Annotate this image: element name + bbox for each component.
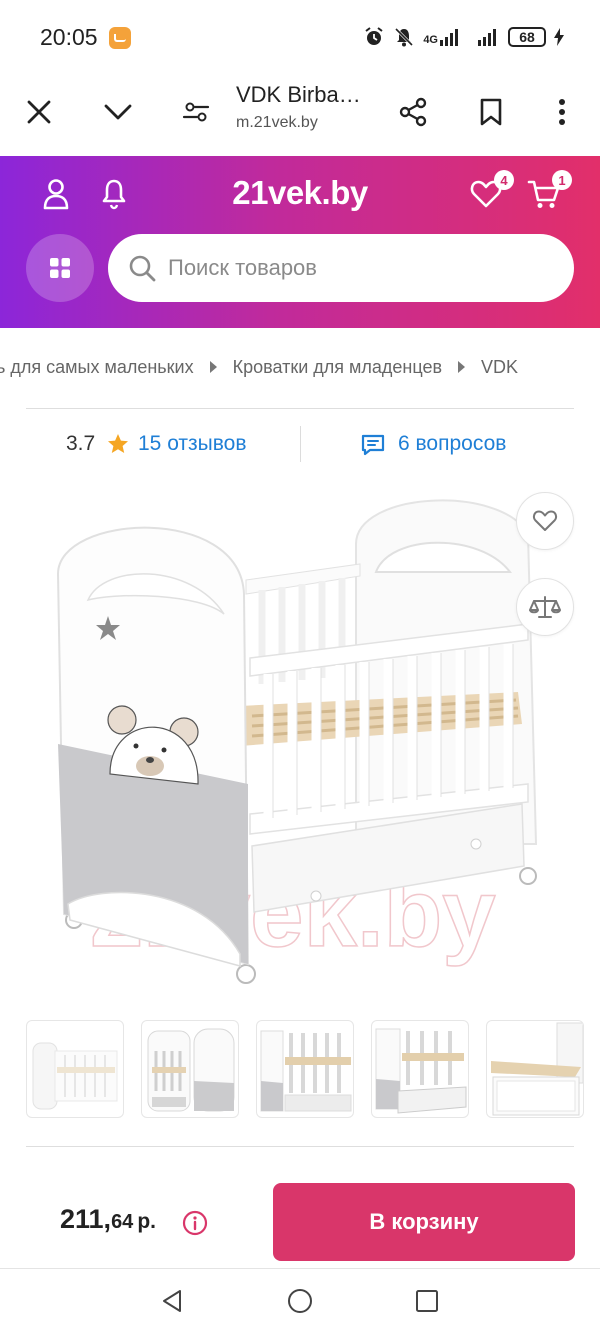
site-header: 21vek.by 4 1 <box>0 156 600 328</box>
share-button[interactable] <box>391 90 435 134</box>
breadcrumb-item[interactable]: ь для самых маленьких <box>0 357 194 378</box>
close-tab-button[interactable] <box>17 90 61 134</box>
page-domain: m.21vek.by <box>236 114 318 131</box>
favorites-button[interactable]: 4 <box>466 170 514 214</box>
home-circle-icon <box>288 1289 312 1313</box>
thumbnail-1[interactable] <box>26 1020 124 1118</box>
search-box[interactable] <box>108 234 574 302</box>
collapse-button[interactable] <box>96 90 140 134</box>
share-icon <box>399 97 427 127</box>
more-vertical-icon <box>559 99 565 125</box>
back-triangle-icon <box>163 1290 181 1312</box>
breadcrumb-separator-icon <box>209 361 217 373</box>
divider <box>26 1146 574 1147</box>
star-icon <box>108 434 128 453</box>
bookmark-button[interactable] <box>469 90 513 134</box>
product-image[interactable]: 21vek.by <box>40 484 574 994</box>
tune-icon <box>182 102 210 122</box>
breadcrumb-item[interactable]: Кроватки для младенцев <box>233 357 442 378</box>
buy-bar: 211,64 р. В корзину <box>0 1172 600 1268</box>
system-nav-bar <box>0 1268 600 1331</box>
site-settings-button[interactable] <box>174 90 218 134</box>
question-chat-icon <box>361 434 385 456</box>
grid-icon <box>50 258 70 278</box>
battery-icon: 68 <box>508 27 546 47</box>
reviews-link[interactable]: 15 отзывов <box>138 432 247 456</box>
breadcrumb-item[interactable]: VDK <box>481 357 518 378</box>
add-to-cart-button[interactable]: В корзину <box>273 1183 575 1261</box>
mute-icon <box>395 27 414 47</box>
alarm-icon <box>365 27 383 45</box>
cart-count-badge: 1 <box>552 170 572 190</box>
info-icon[interactable] <box>182 1210 208 1236</box>
add-to-favorites-button[interactable] <box>516 492 574 550</box>
status-bar: 20:05 4G 68 <box>0 0 600 76</box>
nav-home-button[interactable] <box>280 1281 320 1321</box>
page-title: VDK Birba… <box>236 82 361 107</box>
heart-icon <box>532 510 558 531</box>
nav-back-button[interactable] <box>152 1281 192 1321</box>
price: 211,64 р. <box>60 1204 156 1235</box>
battery-level: 68 <box>519 29 535 45</box>
nav-recents-button[interactable] <box>407 1281 447 1321</box>
thumbnail-2[interactable] <box>141 1020 239 1118</box>
price-currency: р. <box>137 1210 156 1233</box>
thumbnail-4[interactable] <box>371 1020 469 1118</box>
search-icon <box>129 255 156 282</box>
recents-square-icon <box>416 1290 438 1312</box>
thumbnail-strip <box>26 1020 586 1120</box>
status-time: 20:05 <box>40 24 98 50</box>
charging-icon <box>554 28 564 46</box>
bookmark-icon <box>480 98 502 126</box>
rating-value: 3.7 <box>66 432 96 455</box>
cart-header-button[interactable]: 1 <box>524 170 572 214</box>
chevron-down-icon <box>104 104 132 120</box>
network-type: 4G <box>423 34 438 46</box>
breadcrumb: ь для самых маленьких Кроватки для младе… <box>0 352 600 382</box>
thumbnail-5[interactable] <box>486 1020 584 1118</box>
signal-icon <box>478 29 496 46</box>
browser-toolbar: VDK Birba… m.21vek.by <box>0 76 600 156</box>
app-notification-icon <box>109 27 131 49</box>
mobile-signal-icon: 4G <box>423 28 460 46</box>
favorites-count-badge: 4 <box>494 170 514 190</box>
price-integer: 211, <box>60 1204 112 1234</box>
divider <box>26 408 574 409</box>
close-icon <box>27 100 51 124</box>
status-icons: 4G 68 <box>363 24 564 50</box>
search-input[interactable] <box>168 255 528 281</box>
breadcrumb-separator-icon <box>458 361 466 373</box>
rating-row: 3.7 15 отзывов 6 вопросов <box>0 418 600 470</box>
divider <box>300 426 301 462</box>
catalog-button[interactable] <box>26 234 94 302</box>
price-fraction: 64 <box>111 1211 134 1233</box>
thumbnail-3[interactable] <box>256 1020 354 1118</box>
questions-link[interactable]: 6 вопросов <box>398 432 506 456</box>
more-menu-button[interactable] <box>540 90 584 134</box>
crib-image: 21vek.by <box>56 499 538 984</box>
compare-button[interactable] <box>516 578 574 636</box>
scales-icon <box>529 596 561 618</box>
url-bar[interactable]: VDK Birba… m.21vek.by <box>236 82 386 132</box>
